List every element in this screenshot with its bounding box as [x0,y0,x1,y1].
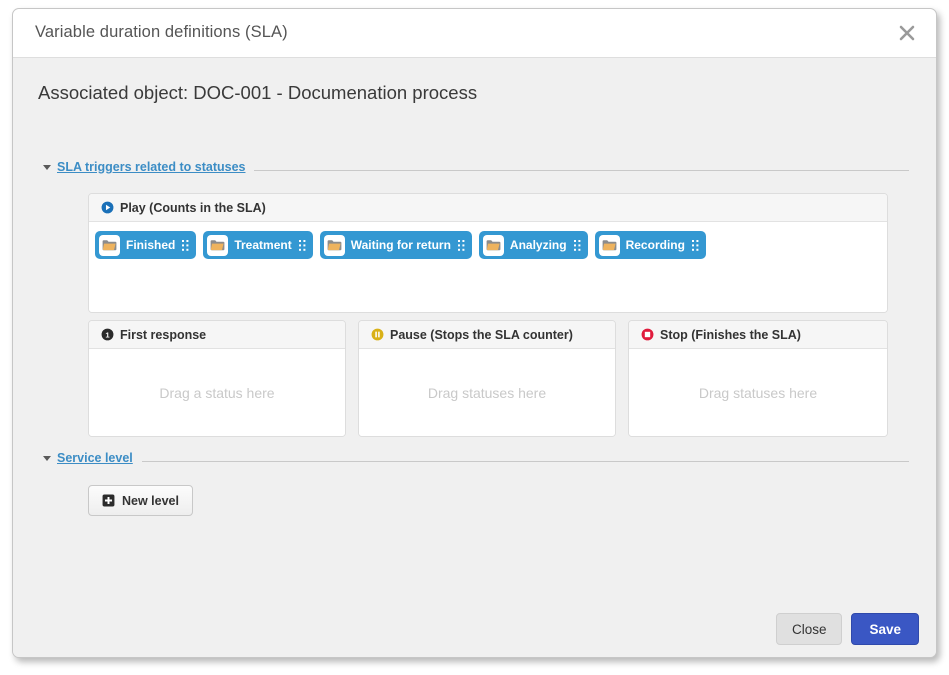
section-link-sla-triggers[interactable]: SLA triggers related to statuses [57,160,245,174]
folder-icon [482,234,504,256]
status-chip[interactable]: Analyzing [478,231,588,259]
section-divider [141,461,909,462]
dialog-body: Associated object: DOC-001 - Documenatio… [13,58,936,657]
pause-panel: Pause (Stops the SLA counter) Drag statu… [358,320,616,437]
folder-icon [207,234,229,256]
first-response-header: 1 First response [89,321,345,349]
drag-handle-icon[interactable] [298,239,306,251]
stop-header: Stop (Finishes the SLA) [629,321,887,349]
new-level-label: New level [122,493,179,508]
status-chip-list: Finished Treatment Waiting for return An… [89,222,887,259]
associated-object-label: Associated object: DOC-001 - Documenatio… [38,82,478,103]
folder-icon [323,234,345,256]
section-divider [254,170,909,171]
play-panel-label: Play (Counts in the SLA) [120,200,266,215]
new-level-button[interactable]: New level [88,485,193,516]
drag-handle-icon[interactable] [691,239,699,251]
save-button[interactable]: Save [851,613,919,645]
status-chip[interactable]: Recording [594,231,706,259]
pause-label: Pause (Stops the SLA counter) [390,327,573,342]
close-icon[interactable] [892,18,922,48]
section-header-service-level: Service level [43,450,909,466]
play-panel-header: Play (Counts in the SLA) [89,194,887,222]
play-panel: Play (Counts in the SLA) Finished Treatm… [88,193,888,313]
dialog-footer: Close Save [775,613,919,645]
section-header-sla-triggers: SLA triggers related to statuses [43,159,909,175]
close-button[interactable]: Close [775,613,843,645]
status-chip-label: Treatment [234,238,292,252]
status-chip-label: Analyzing [509,238,567,252]
pause-dropzone[interactable]: Drag statuses here [359,349,615,436]
drag-handle-icon[interactable] [573,239,581,251]
stop-dropzone[interactable]: Drag statuses here [629,349,887,436]
caret-down-icon[interactable] [43,455,51,461]
first-response-panel: 1 First response Drag a status here [88,320,346,437]
drag-handle-icon[interactable] [182,239,189,251]
screenshot-root: Variable duration definitions (SLA) Asso… [0,0,949,675]
pause-header: Pause (Stops the SLA counter) [359,321,615,349]
play-circle-icon [101,201,114,214]
number-one-circle-icon: 1 [101,328,114,341]
dropzone-placeholder: Drag a status here [159,384,275,401]
status-chip-label: Waiting for return [350,238,451,252]
first-response-label: First response [120,327,207,342]
status-chip[interactable]: Treatment [203,231,313,259]
sla-dialog: Variable duration definitions (SLA) Asso… [12,8,937,658]
stop-panel: Stop (Finishes the SLA) Drag statuses he… [628,320,888,437]
folder-icon [598,234,620,256]
status-chip[interactable]: Waiting for return [319,231,472,259]
dialog-titlebar: Variable duration definitions (SLA) [13,9,936,58]
pause-circle-icon [371,328,384,341]
folder-icon [99,234,120,256]
stop-label: Stop (Finishes the SLA) [660,327,801,342]
drag-handle-icon[interactable] [457,239,465,251]
status-chip-label: Recording [625,238,685,252]
first-response-dropzone[interactable]: Drag a status here [89,349,345,436]
stop-circle-icon [641,328,654,341]
caret-down-icon[interactable] [43,164,51,170]
play-panel-body[interactable]: Finished Treatment Waiting for return An… [89,222,887,312]
svg-text:1: 1 [105,330,110,339]
section-link-service-level[interactable]: Service level [57,451,133,465]
dropzone-placeholder: Drag statuses here [698,384,818,401]
status-chip-label: Finished [126,238,176,252]
plus-square-icon [102,494,115,507]
dialog-title: Variable duration definitions (SLA) [35,23,288,41]
dropzone-placeholder: Drag statuses here [427,384,547,401]
status-chip[interactable]: Finished [95,231,197,259]
